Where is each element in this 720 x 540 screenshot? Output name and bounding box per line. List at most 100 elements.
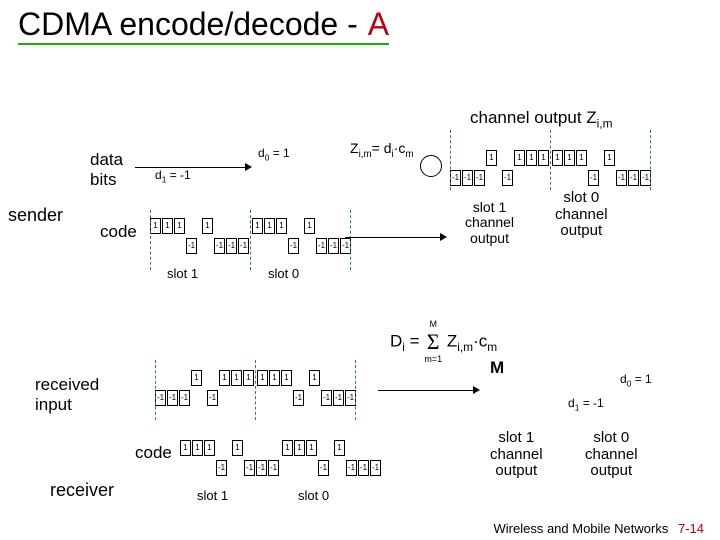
chip: 1 — [232, 440, 244, 476]
chip-value: 1 — [276, 218, 287, 234]
chip: 1 — [486, 150, 498, 186]
chip-value: 1 — [264, 218, 275, 234]
chip-value: -1 — [321, 390, 332, 406]
chip-value: -1 — [179, 390, 190, 406]
chip-value: 1 — [309, 370, 320, 386]
chip-value: -1 — [216, 460, 227, 476]
chip-value: 1 — [306, 440, 317, 456]
chip: -1 — [358, 440, 370, 476]
equation-di: Di = M Σ m=1 Zi,m·cm — [390, 320, 497, 364]
chip: 1 — [243, 370, 255, 406]
chiprow-receiver-code-slot0: 111-11-1-1-1 — [282, 440, 382, 476]
label-slot0-receiver: slot 0 — [298, 488, 329, 503]
chip: 1 — [252, 218, 264, 254]
label-channel-output: channel output Zi,m — [470, 108, 613, 130]
label-d0-receiver: d0 = 1 — [620, 372, 652, 388]
chip: 1 — [257, 370, 269, 406]
chip: 1 — [264, 218, 276, 254]
footer: Wireless and Mobile Networks 7-14 — [494, 521, 705, 536]
arrow-received-to-output — [378, 390, 478, 391]
chip-value: -1 — [155, 390, 166, 406]
chip-value: 1 — [192, 440, 203, 456]
title-main: CDMA encode/decode - — [18, 6, 358, 45]
chip: 1 — [192, 440, 204, 476]
chip-value: -1 — [244, 460, 255, 476]
chiprow-received-slot0: 111-11-1-1-1 — [257, 370, 357, 406]
chip: -1 — [370, 440, 382, 476]
label-slot1-output-b: slot 1channeloutput — [490, 430, 543, 480]
chip: -1 — [333, 370, 345, 406]
chip: -1 — [167, 370, 179, 406]
title-accent: A — [358, 6, 389, 45]
chiprow-channel-slot0: 111-11-1-1-1 — [552, 150, 652, 186]
chip-value: 1 — [526, 150, 537, 166]
label-slot1-sender: slot 1 — [167, 266, 198, 281]
chip: 1 — [150, 218, 162, 254]
chip-value: -1 — [268, 460, 279, 476]
chip-value: 1 — [564, 150, 575, 166]
chip: 1 — [294, 440, 306, 476]
chip-value: -1 — [293, 390, 304, 406]
chip-value: 1 — [281, 370, 292, 386]
chip-value: 1 — [191, 370, 202, 386]
chip-value: 1 — [202, 218, 213, 234]
chip-value: 1 — [514, 150, 525, 166]
chip: -1 — [256, 440, 268, 476]
footer-text: Wireless and Mobile Networks — [494, 521, 669, 536]
chip: 1 — [309, 370, 321, 406]
label-slot1-output-a: slot 1channeloutput — [465, 200, 514, 246]
chip-value: -1 — [186, 238, 197, 254]
chip-value: 1 — [257, 370, 268, 386]
chip-value: -1 — [214, 238, 225, 254]
chip-value: 1 — [174, 218, 185, 234]
chip: 1 — [174, 218, 186, 254]
label-received-input: receivedinput — [35, 375, 99, 415]
label-code-sender: code — [100, 222, 137, 242]
chip: -1 — [328, 218, 340, 254]
chip: 1 — [162, 218, 174, 254]
chip: 1 — [219, 370, 231, 406]
chip: 1 — [306, 440, 318, 476]
chip-value: 1 — [180, 440, 191, 456]
chip: -1 — [186, 218, 198, 254]
chip: 1 — [202, 218, 214, 254]
label-slot0-output-b: slot 0channeloutput — [585, 430, 638, 480]
chip: 1 — [576, 150, 588, 186]
chip-value: -1 — [167, 390, 178, 406]
chip-value: -1 — [346, 460, 357, 476]
label-receiver: receiver — [50, 480, 114, 501]
chip: 1 — [191, 370, 203, 406]
label-d1-receiver: d1 = -1 — [568, 396, 604, 412]
chip-value: -1 — [462, 170, 473, 186]
chip: 1 — [552, 150, 564, 186]
chip-value: 1 — [538, 150, 549, 166]
label-data: data — [90, 150, 123, 170]
chiprow-sender-code-slot1: 111-11-1-1-1 — [150, 218, 250, 254]
chip: 1 — [604, 150, 616, 186]
chip: 1 — [276, 218, 288, 254]
chip: 1 — [526, 150, 538, 186]
chip: -1 — [346, 440, 358, 476]
chip: -1 — [616, 150, 628, 186]
chip-value: 1 — [269, 370, 280, 386]
chip-value: -1 — [207, 390, 218, 406]
chip: -1 — [179, 370, 191, 406]
chip: -1 — [155, 370, 167, 406]
label-d1: d1 = -1 — [155, 168, 191, 184]
chip: -1 — [207, 370, 219, 406]
chip-value: -1 — [502, 170, 513, 186]
chip-value: -1 — [256, 460, 267, 476]
chip-value: -1 — [370, 460, 381, 476]
chiprow-sender-code-slot0: 111-11-1-1-1 — [252, 218, 352, 254]
chip: -1 — [238, 218, 250, 254]
chip-value: 1 — [243, 370, 254, 386]
chip-value: 1 — [282, 440, 293, 456]
chip-value: 1 — [552, 150, 563, 166]
label-data-bits: data bits — [90, 150, 123, 190]
chip: 1 — [281, 370, 293, 406]
slide-title: CDMA encode/decode - A — [0, 0, 720, 45]
chip: 1 — [538, 150, 550, 186]
chiprow-receiver-code-slot1: 111-11-1-1-1 — [180, 440, 280, 476]
multiplication-node-icon — [420, 155, 442, 177]
chip: -1 — [450, 150, 462, 186]
